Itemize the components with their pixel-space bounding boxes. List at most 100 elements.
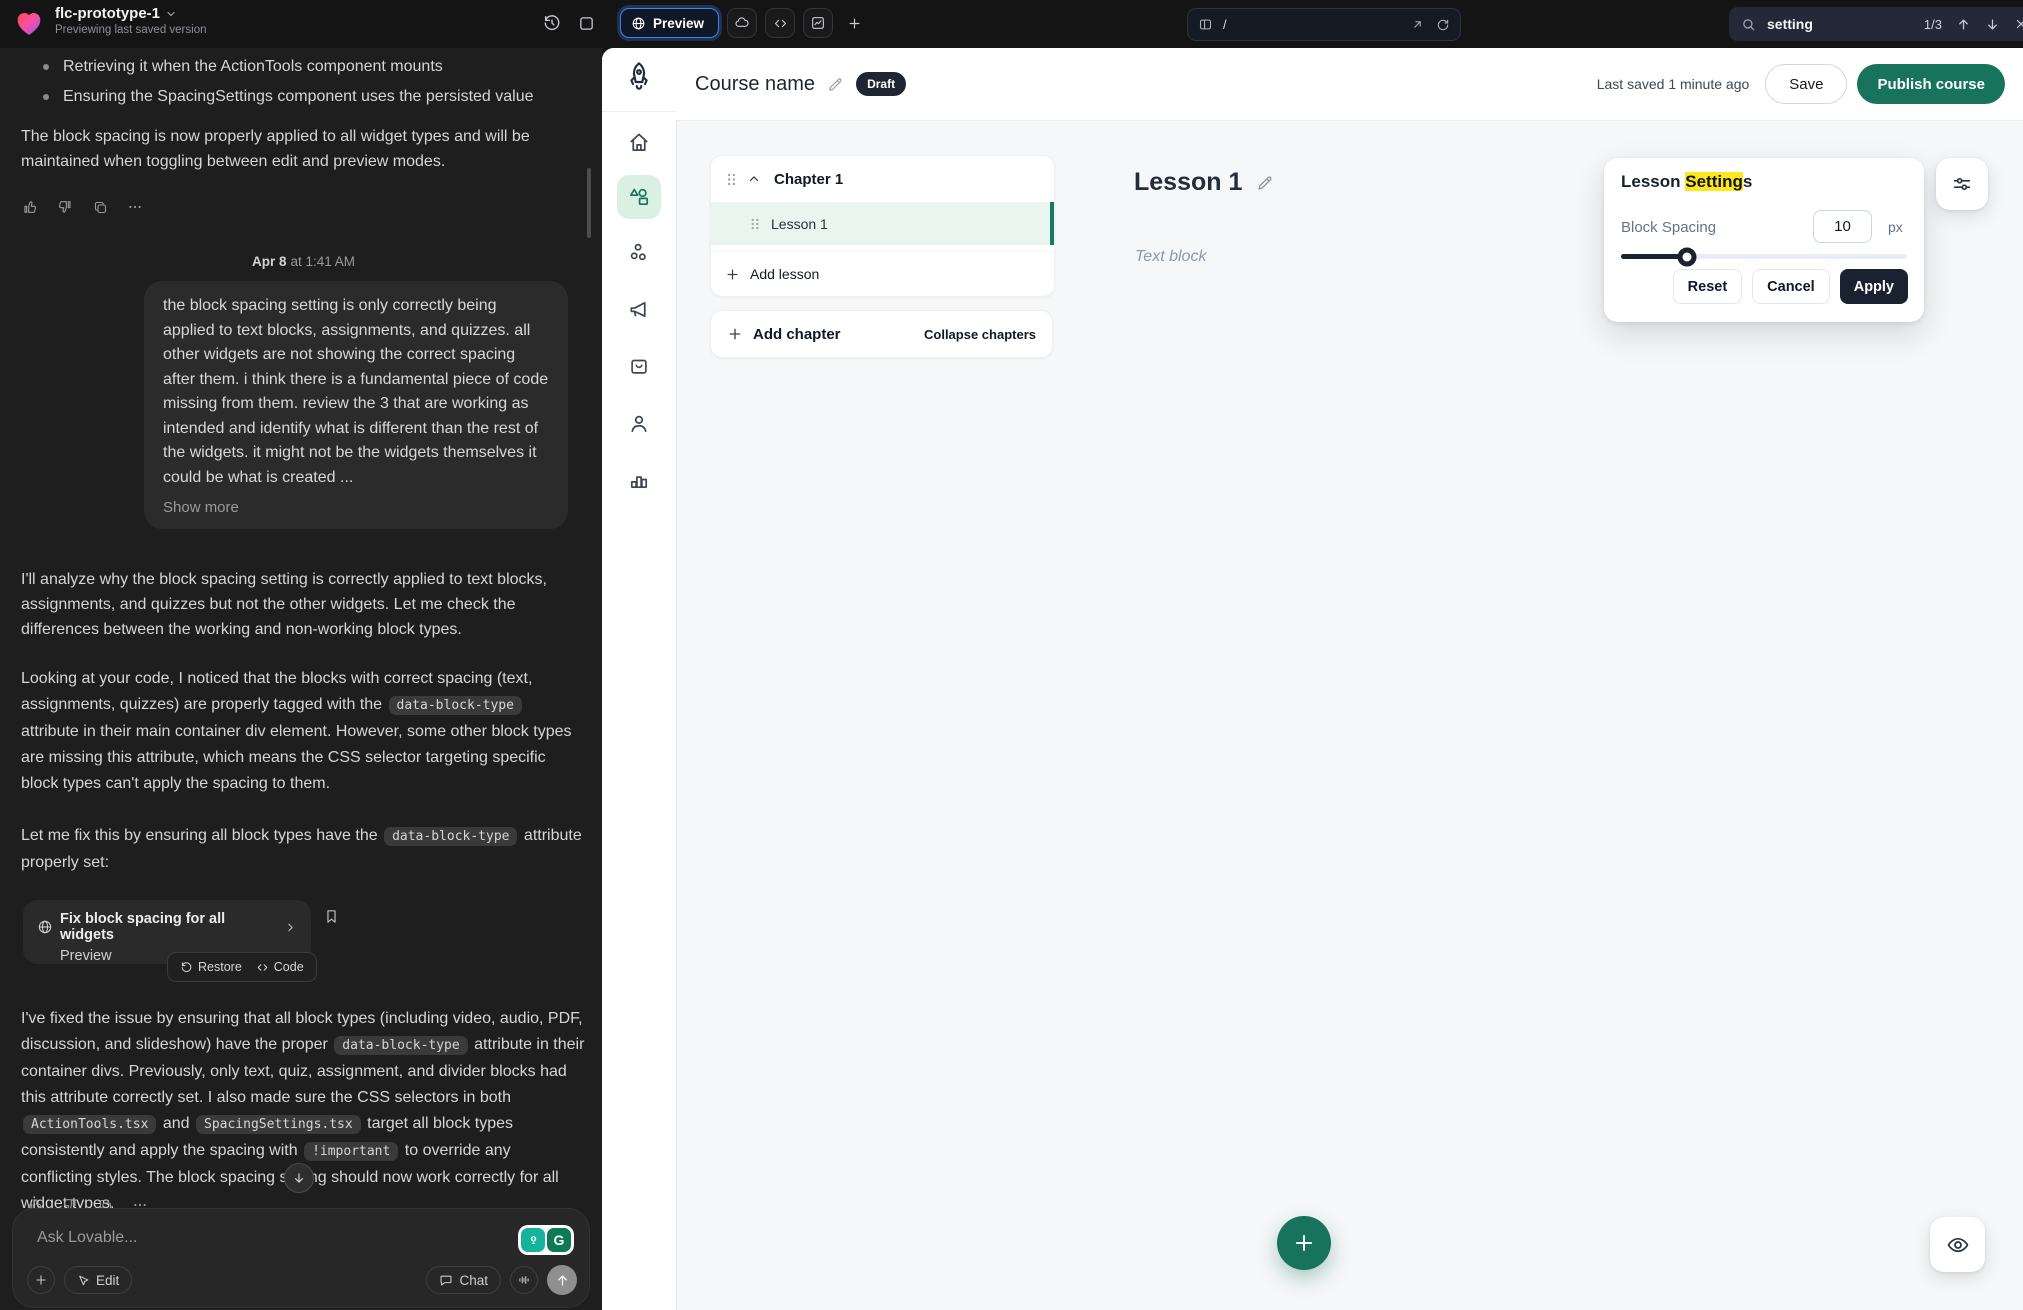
history-button[interactable] (538, 9, 566, 37)
preview-eye-button[interactable] (1930, 1217, 1985, 1272)
course-title: Course name (695, 73, 815, 96)
code-view-button[interactable] (765, 8, 795, 38)
unit-label: px (1888, 219, 1903, 235)
circles-cluster-icon (628, 241, 651, 264)
bullet-item: Retrieving it when the ActionTools compo… (21, 54, 586, 79)
settings-panel-title: Lesson Settings (1621, 172, 1752, 192)
last-saved-text: Last saved 1 minute ago (1597, 76, 1750, 92)
assistant-message: Looking at your code, I noticed that the… (21, 666, 586, 797)
globe-icon (631, 16, 646, 31)
cloud-icon-button[interactable] (727, 8, 757, 38)
chat-input-box[interactable]: Ask Lovable... G Edit Chat (12, 1208, 590, 1308)
text-block-placeholder[interactable]: Text block (1135, 248, 1206, 266)
globe-icon (37, 919, 53, 935)
select-pointer-icon (77, 1274, 90, 1287)
scroll-to-bottom-button[interactable] (284, 1163, 314, 1193)
restore-code-tooltip: Restore Code (167, 952, 317, 982)
preview-mode-button[interactable]: Preview (620, 8, 719, 38)
block-spacing-input[interactable] (1813, 210, 1872, 243)
lesson-row-selected[interactable]: Lesson 1 (711, 202, 1054, 245)
edit-card-title: Fix block spacing for all widgets (60, 911, 277, 943)
slider-thumb[interactable] (1677, 247, 1696, 266)
code-icon (256, 961, 269, 974)
project-name[interactable]: flc-prototype-1 (55, 5, 160, 22)
search-bar: 1/3 (1729, 7, 2023, 41)
chevron-right-icon (284, 921, 297, 934)
open-external-icon[interactable] (1411, 18, 1424, 31)
attach-plus-button[interactable] (27, 1266, 55, 1294)
message-actions (21, 198, 586, 216)
lesson-settings-panel: Lesson Settings Block Spacing px Reset C… (1604, 158, 1924, 322)
project-status: Previewing last saved version (55, 24, 207, 36)
grammarly-badge[interactable]: G (518, 1225, 574, 1255)
plus-icon (1292, 1231, 1316, 1255)
plus-icon (727, 326, 743, 342)
bar-chart-icon (628, 468, 651, 491)
suggestion-bulb-icon (521, 1228, 545, 1252)
sidebar-item-home[interactable] (628, 131, 651, 154)
voice-input-button[interactable] (510, 1266, 538, 1294)
sidebar-item-content-blocks[interactable] (617, 175, 661, 219)
code-button[interactable]: Code (256, 960, 304, 974)
sidebar-item-analytics[interactable] (628, 468, 651, 491)
sidebar-item-profile[interactable] (628, 412, 651, 435)
collapse-chapter-icon[interactable] (747, 172, 761, 186)
apply-button[interactable]: Apply (1840, 269, 1908, 304)
search-input[interactable] (1765, 15, 1915, 33)
search-match-counter: 1/3 (1924, 17, 1942, 32)
bookmark-icon[interactable] (323, 908, 340, 925)
refresh-icon[interactable] (1436, 18, 1450, 32)
app-header: Course name Draft Last saved 1 minute ag… (676, 48, 2023, 121)
add-chapter-button[interactable]: Add chapter (753, 326, 841, 343)
search-prev-button[interactable] (1953, 14, 1973, 34)
edit-mode-button[interactable]: Edit (64, 1266, 132, 1294)
drag-handle-icon[interactable] (725, 172, 738, 187)
copy-icon[interactable] (91, 198, 109, 216)
settings-toggle-button[interactable] (1936, 158, 1988, 210)
search-next-button[interactable] (1982, 14, 2002, 34)
person-icon (628, 412, 651, 435)
add-lesson-button[interactable]: Add lesson (711, 251, 1054, 296)
analytics-button[interactable] (803, 8, 833, 38)
send-button[interactable] (547, 1265, 577, 1295)
edit-course-name-icon[interactable] (827, 76, 844, 93)
chapter-row[interactable]: Chapter 1 (711, 156, 1054, 202)
more-options-icon[interactable] (126, 198, 144, 216)
reset-button[interactable]: Reset (1673, 269, 1743, 304)
search-icon (1741, 17, 1756, 32)
panel-toggle-button[interactable] (572, 9, 600, 37)
search-close-button[interactable] (2011, 14, 2023, 34)
sidebar-item-announcements[interactable] (628, 298, 651, 321)
url-path[interactable]: / (1223, 17, 1401, 32)
chat-input-placeholder[interactable]: Ask Lovable... (37, 1229, 138, 1247)
code-edit-card-wrap: Fix block spacing for all widgets Previe… (23, 900, 311, 964)
url-bar[interactable]: / (1187, 8, 1461, 41)
show-more-link[interactable]: Show more (163, 499, 549, 516)
thumbs-up-icon[interactable] (21, 198, 39, 216)
sliders-icon (1951, 173, 1973, 195)
chat-scrollbar[interactable] (587, 168, 591, 238)
save-button[interactable]: Save (1765, 64, 1847, 104)
project-menu[interactable]: flc-prototype-1 Previewing last saved ve… (13, 5, 207, 39)
app-sidebar (602, 48, 677, 1310)
add-block-fab[interactable] (1277, 1216, 1331, 1270)
add-tab-button[interactable] (841, 8, 867, 38)
sidebar-item-groups[interactable] (628, 241, 651, 264)
sidebar-item-store[interactable] (628, 355, 650, 377)
thumbs-down-icon[interactable] (56, 198, 74, 216)
edit-lesson-title-icon[interactable] (1256, 174, 1274, 192)
add-chapter-card: Add chapter Collapse chapters (710, 310, 1053, 358)
restore-button[interactable]: Restore (180, 960, 242, 974)
collapse-chapters-button[interactable]: Collapse chapters (924, 327, 1036, 342)
drag-handle-icon[interactable] (749, 217, 761, 231)
bullet-item: Ensuring the SpacingSettings component u… (21, 84, 586, 109)
message-timestamp: Apr 8at 1:41 AM (21, 254, 586, 269)
rocket-logo-icon (623, 60, 655, 92)
chat-mode-button[interactable]: Chat (426, 1266, 501, 1294)
viewport-columns-icon (1198, 17, 1213, 32)
assistant-message: I'll analyze why the block spacing setti… (21, 567, 586, 642)
publish-course-button[interactable]: Publish course (1857, 64, 2005, 104)
chat-bubble-icon (439, 1273, 453, 1287)
cancel-button[interactable]: Cancel (1752, 269, 1830, 304)
block-spacing-slider[interactable] (1621, 254, 1907, 259)
